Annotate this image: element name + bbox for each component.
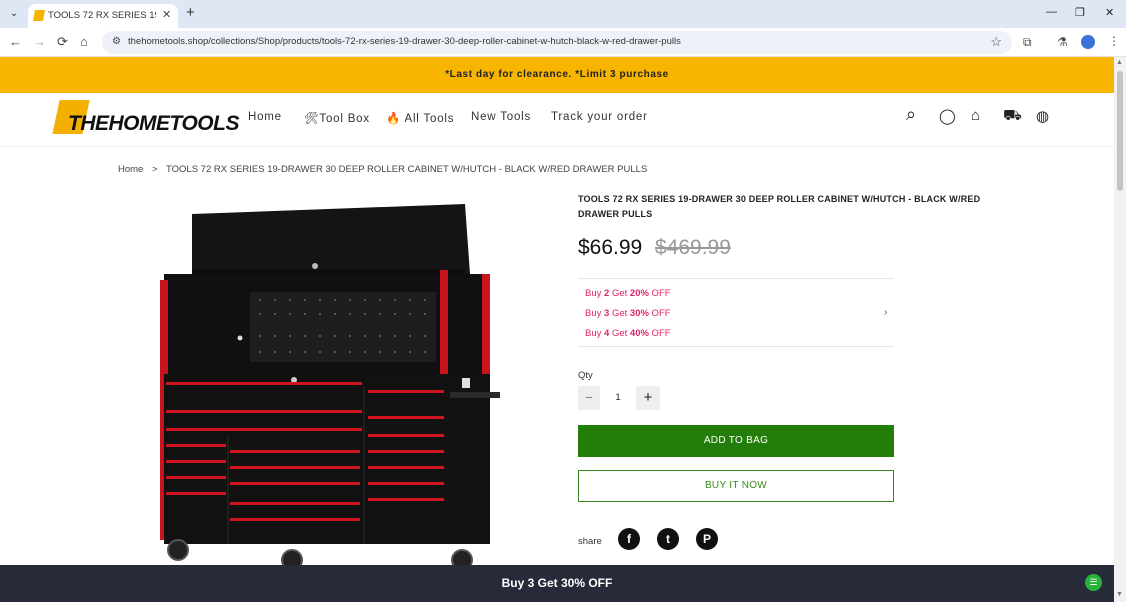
qty-decrease-button[interactable]: −: [578, 386, 600, 410]
tab-close-icon[interactable]: ✕: [162, 8, 171, 21]
close-window-button[interactable]: ✕: [1105, 6, 1114, 19]
facebook-icon[interactable]: f: [618, 528, 640, 550]
home-button[interactable]: ⌂: [80, 34, 88, 49]
browser-menu-icon[interactable]: ⋮: [1108, 34, 1120, 48]
scroll-down-icon[interactable]: ▼: [1116, 591, 1123, 598]
back-button[interactable]: ←: [9, 34, 22, 49]
language-icon[interactable]: ◍: [1036, 107, 1049, 125]
scroll-up-icon[interactable]: ▲: [1116, 59, 1123, 66]
cart-icon[interactable]: ⌂: [971, 107, 980, 124]
browser-tab-active[interactable]: TOOLS 72 RX SERIES 19-DRAW ✕: [28, 4, 178, 28]
twitter-icon[interactable]: t: [657, 528, 679, 550]
logo-text: THEHOMETOOLS: [68, 112, 239, 135]
offer-item[interactable]: Buy 2 Get 20% OFF: [585, 288, 671, 299]
share-label: share: [578, 536, 602, 547]
tab-title: TOOLS 72 RX SERIES 19-DRAW: [48, 10, 156, 21]
chat-icon[interactable]: ☰: [1085, 574, 1102, 591]
nav-all-tools[interactable]: 🔥 All Tools: [386, 111, 454, 125]
new-tab-button[interactable]: +: [186, 4, 195, 21]
bundle-offers[interactable]: Buy 2 Get 20% OFF Buy 3 Get 30% OFF Buy …: [578, 278, 894, 347]
search-icon[interactable]: ⌕: [906, 104, 916, 125]
breadcrumb-current: TOOLS 72 RX SERIES 19-DRAWER 30 DEEP ROL…: [166, 164, 648, 175]
nav-track-order[interactable]: Track your order: [551, 111, 648, 123]
announcement-bar: *Last day for clearance. *Limit 3 purcha…: [0, 57, 1114, 93]
restore-button[interactable]: ❐: [1075, 6, 1085, 19]
pinterest-icon[interactable]: P: [696, 528, 718, 550]
compare-at-price: $469.99: [655, 236, 731, 259]
qty-increase-button[interactable]: +: [636, 386, 660, 410]
breadcrumb-home[interactable]: Home: [118, 164, 143, 175]
browser-tab-strip: ⌄ TOOLS 72 RX SERIES 19-DRAW ✕ + — ❐ ✕: [0, 0, 1126, 28]
nav-home[interactable]: Home: [248, 111, 282, 123]
breadcrumb: Home > TOOLS 72 RX SERIES 19-DRAWER 30 D…: [118, 164, 647, 175]
offer-item[interactable]: Buy 3 Get 30% OFF: [585, 308, 671, 319]
product-image[interactable]: [150, 196, 510, 566]
shipping-icon[interactable]: ⛟: [1003, 107, 1022, 126]
scroll-thumb[interactable]: [1117, 71, 1123, 191]
url-text[interactable]: thehometools.shop/collections/Shop/produ…: [128, 36, 681, 47]
nav-tool-box[interactable]: 🛠Tool Box: [304, 111, 370, 125]
address-bar[interactable]: ⚙ thehometools.shop/collections/Shop/pro…: [102, 31, 1012, 54]
promo-bar[interactable]: Buy 3 Get 30% OFF: [0, 565, 1114, 602]
buy-it-now-button[interactable]: BUY IT NOW: [578, 470, 894, 502]
breadcrumb-separator: >: [151, 164, 158, 175]
chevron-right-icon[interactable]: ›: [884, 307, 887, 318]
reload-button[interactable]: ⟳: [57, 34, 68, 50]
account-icon[interactable]: ◯: [939, 107, 956, 125]
labs-icon[interactable]: ⚗: [1057, 35, 1068, 49]
bookmark-star-icon[interactable]: ☆: [990, 34, 1002, 50]
site-info-icon[interactable]: ⚙: [112, 36, 121, 47]
site-header: THEHOMETOOLS Home 🛠Tool Box 🔥 All Tools …: [0, 93, 1114, 147]
page-scrollbar[interactable]: ▲ ▼: [1114, 57, 1126, 602]
site-logo[interactable]: THEHOMETOOLS: [52, 100, 239, 136]
browser-toolbar: ← → ⟳ ⌂ ⚙ thehometools.shop/collections/…: [0, 28, 1126, 57]
product-title: TOOLS 72 RX SERIES 19-DRAWER 30 DEEP ROL…: [578, 194, 981, 219]
qty-label: Qty: [578, 370, 593, 381]
favicon-icon: [33, 10, 45, 21]
minimize-button[interactable]: —: [1046, 6, 1057, 18]
product-price: $66.99: [578, 236, 643, 259]
nav-new-tools[interactable]: New Tools: [471, 111, 531, 123]
extensions-icon[interactable]: ⧉: [1023, 35, 1032, 50]
add-to-bag-button[interactable]: ADD TO BAG: [578, 425, 894, 457]
forward-button[interactable]: →: [33, 34, 46, 49]
profile-avatar[interactable]: [1081, 35, 1095, 49]
tab-search-button[interactable]: ⌄: [6, 6, 22, 22]
offer-item[interactable]: Buy 4 Get 40% OFF: [585, 328, 671, 339]
qty-input[interactable]: 1: [608, 392, 628, 403]
